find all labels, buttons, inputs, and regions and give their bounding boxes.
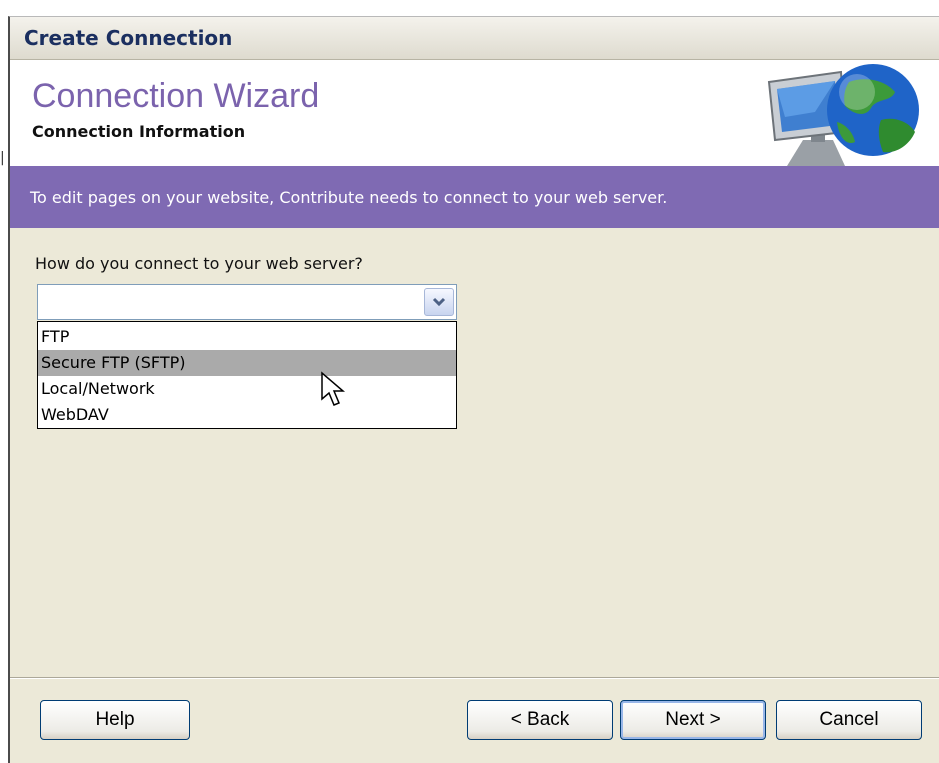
info-band: To edit pages on your website, Contribut…: [10, 166, 939, 228]
info-text: To edit pages on your website, Contribut…: [30, 187, 668, 207]
connection-question-label: How do you connect to your web server?: [35, 254, 363, 273]
chevron-down-icon: [432, 297, 446, 307]
footer-separator: [10, 677, 939, 679]
connection-type-dropdown[interactable]: FTP Secure FTP (SFTP) Local/Network WebD…: [37, 321, 457, 429]
computer-globe-icon: [767, 64, 919, 166]
back-button[interactable]: < Back: [467, 700, 613, 740]
option-webdav[interactable]: WebDAV: [38, 402, 456, 428]
option-ftp[interactable]: FTP: [38, 324, 456, 350]
window-title: Create Connection: [24, 26, 233, 50]
create-connection-dialog: Create Connection Connection Wizard Conn…: [8, 16, 939, 763]
mouse-pointer-icon: [321, 371, 346, 406]
option-sftp[interactable]: Secure FTP (SFTP): [38, 350, 456, 376]
next-button[interactable]: Next >: [620, 700, 766, 740]
wizard-header: Connection Wizard Connection Information: [10, 60, 939, 166]
help-button[interactable]: Help: [40, 700, 190, 740]
option-local-network[interactable]: Local/Network: [38, 376, 456, 402]
content-area: How do you connect to your web server? F…: [10, 228, 939, 648]
background-mark: |: [0, 150, 5, 166]
title-bar[interactable]: Create Connection: [10, 17, 939, 60]
cancel-button[interactable]: Cancel: [776, 700, 922, 740]
connection-type-select[interactable]: [37, 284, 457, 320]
dropdown-button[interactable]: [424, 288, 454, 316]
